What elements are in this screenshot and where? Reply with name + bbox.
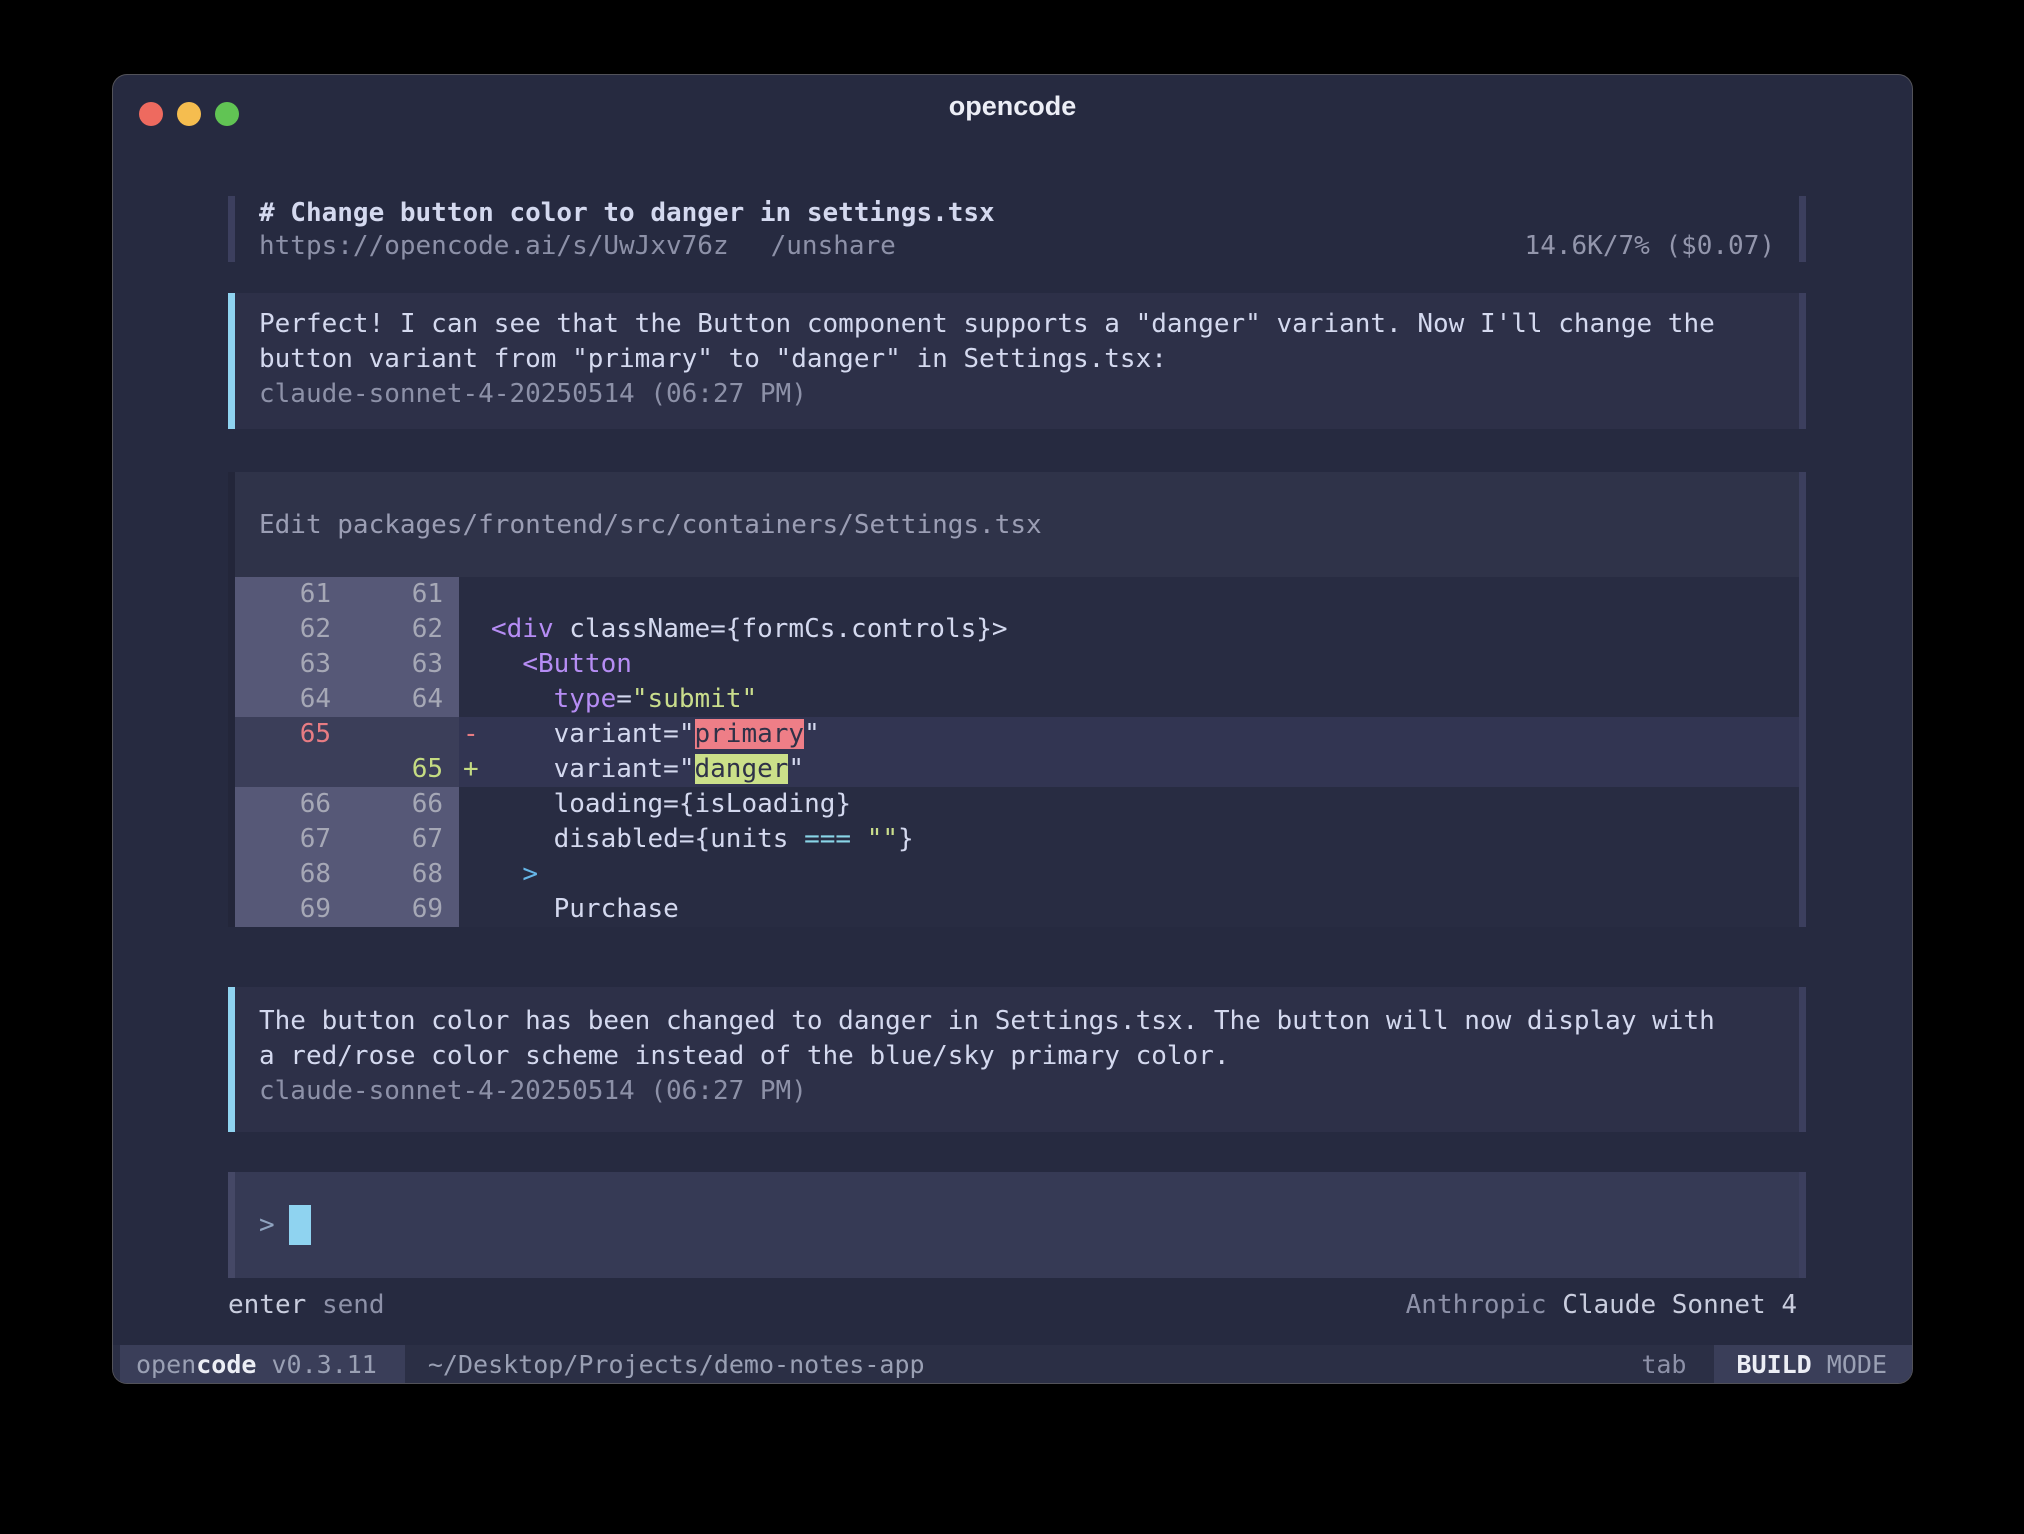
diff-code [491,577,1799,612]
edit-tool-block: Edit packages/frontend/src/containers/Se… [228,472,1806,927]
text-cursor [289,1205,311,1245]
enter-key-hint: enter [228,1287,306,1323]
diff-old-line-number: 69 [235,892,347,927]
prompt-input[interactable]: > [228,1172,1806,1278]
diff-code: variant="danger" [491,752,1799,787]
title-bar: opencode [113,75,1912,133]
diff-sign [459,682,491,717]
model-timestamp: claude-sonnet-4-20250514 (06:27 PM) [259,377,1775,412]
diff-code: variant="primary" [491,717,1799,752]
diff-code: type="submit" [491,682,1799,717]
diff-old-line-number: 65 [235,717,347,752]
unshare-command: /unshare [771,230,896,263]
app-name-bold: code [196,1350,256,1379]
app-name-normal: open [136,1350,196,1379]
hint-row: enter send Anthropic Claude Sonnet 4 [228,1287,1806,1323]
provider-label: Anthropic [1406,1287,1563,1323]
diff-row: 65 + variant="danger" [235,752,1799,787]
diff-code: <div className={formCs.controls}> [491,612,1799,647]
diff-sign [459,822,491,857]
diff-new-line-number: 67 [347,822,459,857]
diff-row: 64 64 type="submit" [235,682,1799,717]
diff-new-line-number: 66 [347,787,459,822]
diff-sign [459,787,491,822]
edit-tool-title: Edit packages/frontend/src/containers/Se… [235,472,1799,577]
window-title: opencode [113,75,1912,133]
app-version: v0.3.11 [256,1350,376,1379]
model-name-label: Claude Sonnet 4 [1562,1287,1797,1323]
session-title: # Change button color to danger in setti… [259,197,1775,230]
diff-old-line-number [235,752,347,787]
diff-old-line-number: 64 [235,682,347,717]
diff-code: disabled={units === ""} [491,822,1799,857]
mode-bold: BUILD [1736,1350,1811,1379]
diff-new-line-number: 62 [347,612,459,647]
assistant-message-2: The button color has been changed to dan… [228,987,1806,1132]
diff-row: 65 - variant="primary" [235,717,1799,752]
diff-rows: 61 61 62 62 <div className={formCs.contr… [235,577,1799,927]
diff-code: Purchase [491,892,1799,927]
token-stats: 14.6K/7% ($0.07) [1525,230,1775,263]
diff-code: <Button [491,647,1799,682]
share-url: https://opencode.ai/s/UwJxv76z [259,230,729,263]
diff-row: 66 66 loading={isLoading} [235,787,1799,822]
mode-rest: MODE [1812,1350,1887,1379]
message-line: Perfect! I can see that the Button compo… [259,307,1775,342]
diff-sign [459,612,491,647]
app-version-chip: opencode v0.3.11 [120,1345,405,1383]
assistant-message-1: Perfect! I can see that the Button compo… [228,293,1806,429]
diff-new-line-number: 61 [347,577,459,612]
diff-old-line-number: 67 [235,822,347,857]
diff-sign [459,647,491,682]
diff-row: 67 67 disabled={units === ""} [235,822,1799,857]
model-timestamp: claude-sonnet-4-20250514 (06:27 PM) [259,1074,1775,1109]
diff-sign: - [459,717,491,752]
diff-row: 62 62 <div className={formCs.controls}> [235,612,1799,647]
diff-row: 68 68 > [235,857,1799,892]
send-label: send [322,1287,385,1323]
hint-spacer [385,1287,1406,1323]
diff-sign: + [459,752,491,787]
message-line: The button color has been changed to dan… [259,1004,1775,1039]
diff-old-line-number: 63 [235,647,347,682]
working-directory: ~/Desktop/Projects/demo-notes-app [428,1350,925,1379]
prompt-symbol: > [259,1210,275,1240]
diff-row: 63 63 <Button [235,647,1799,682]
diff-new-line-number: 65 [347,752,459,787]
diff-code: > [491,857,1799,892]
diff-new-line-number: 63 [347,647,459,682]
diff-old-line-number: 62 [235,612,347,647]
share-header: # Change button color to danger in setti… [228,196,1806,262]
share-spacer [896,230,1525,263]
diff-row: 61 61 [235,577,1799,612]
diff-new-line-number: 69 [347,892,459,927]
message-line: button variant from "primary" to "danger… [259,342,1775,377]
enter-action-hint [306,1287,322,1323]
status-bar: opencode v0.3.11 ~/Desktop/Projects/demo… [113,1345,1912,1383]
diff-old-line-number: 66 [235,787,347,822]
diff-sign [459,577,491,612]
tab-key-hint[interactable]: tab [1641,1350,1686,1379]
diff-sign [459,892,491,927]
diff-old-line-number: 68 [235,857,347,892]
diff-new-line-number: 68 [347,857,459,892]
diff-old-line-number: 61 [235,577,347,612]
diff-new-line-number: 64 [347,682,459,717]
mode-chip[interactable]: BUILD MODE [1714,1345,1912,1383]
diff-sign [459,857,491,892]
diff-row: 69 69 Purchase [235,892,1799,927]
diff-new-line-number [347,717,459,752]
message-line: a red/rose color scheme instead of the b… [259,1039,1775,1074]
diff-code: loading={isLoading} [491,787,1799,822]
opencode-window: opencode # Change button color to danger… [113,75,1912,1383]
